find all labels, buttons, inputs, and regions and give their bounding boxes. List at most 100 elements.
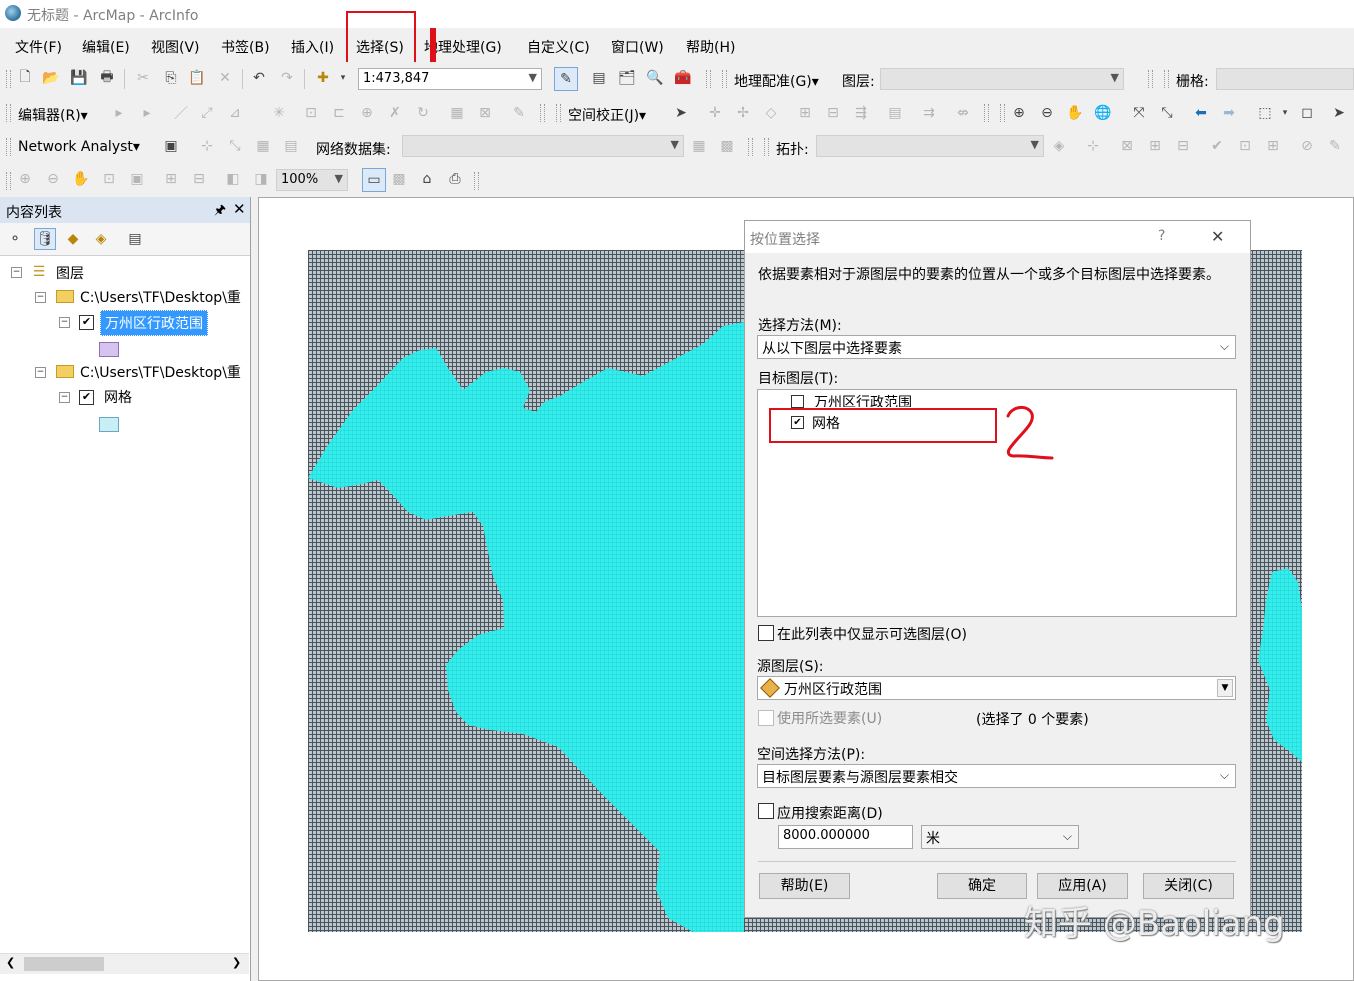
straight-segment-icon[interactable]: ／: [172, 104, 190, 122]
source-layer-dropdown[interactable]: 万州区行政范围 ▼: [757, 676, 1236, 700]
search-window-icon[interactable]: 🔍: [646, 69, 664, 87]
network-dataset-combo[interactable]: ▼: [402, 135, 684, 157]
zoom-in-icon[interactable]: ⊕: [1010, 104, 1028, 122]
fixed-zoom-out-icon[interactable]: ⤡: [1158, 104, 1176, 122]
help-button[interactable]: 帮助(E): [759, 873, 850, 899]
validate-topology-icon[interactable]: ✔: [1208, 137, 1226, 155]
paste-icon[interactable]: 📋: [188, 69, 206, 87]
modify-link-icon[interactable]: ✢: [734, 104, 752, 122]
layer-name-wanzhou[interactable]: 万州区行政范围: [100, 310, 208, 336]
delete-icon[interactable]: ✕: [216, 69, 234, 87]
edge-match-icon[interactable]: ⇎: [954, 104, 972, 122]
zoom-whole-page-icon[interactable]: ⊡: [100, 170, 118, 188]
solve-icon[interactable]: ▦: [254, 137, 272, 155]
print-icon[interactable]: 🖶: [98, 69, 116, 87]
zoom-out-icon[interactable]: ⊖: [1038, 104, 1056, 122]
select-features-icon[interactable]: ⬚: [1256, 104, 1274, 122]
toolbar-grip[interactable]: [1164, 70, 1169, 88]
reshape-icon[interactable]: ⊏: [330, 104, 348, 122]
map-topology-icon[interactable]: ◈: [1050, 137, 1068, 155]
attributes-icon[interactable]: ▦: [448, 104, 466, 122]
collapse-icon[interactable]: −: [35, 367, 46, 378]
toolbar-grip[interactable]: [540, 104, 545, 122]
layers-root-label[interactable]: 图层: [56, 263, 84, 283]
arctoolbox-icon[interactable]: 🧰: [674, 69, 692, 87]
rotate-icon[interactable]: ↻: [414, 104, 432, 122]
select-arrow-icon[interactable]: ➤: [1330, 104, 1348, 122]
georeferencing-menu[interactable]: 地理配准(G)▾: [734, 71, 819, 91]
select-network-location-icon[interactable]: ⤡: [226, 137, 244, 155]
list-by-selection-icon[interactable]: ◈: [92, 230, 110, 248]
new-displacement-link-icon[interactable]: ✛: [706, 104, 724, 122]
topology-combo[interactable]: ▼: [816, 135, 1044, 157]
menu-edit[interactable]: 编辑(E): [82, 37, 130, 57]
toolbar-grip[interactable]: [722, 70, 727, 88]
toolbar-grip[interactable]: [1000, 104, 1005, 122]
toc-window-icon[interactable]: ▤: [590, 69, 608, 87]
clear-links-icon[interactable]: ⇶: [852, 104, 870, 122]
toolbar-grip[interactable]: [474, 172, 479, 190]
list-by-visibility-icon[interactable]: ◆: [64, 230, 82, 248]
fixed-zoom-in-icon[interactable]: ⤧: [1130, 104, 1148, 122]
only-selectable-label[interactable]: 在此列表中仅显示可选图层(O): [777, 624, 967, 644]
target-layer-wanzhou[interactable]: 万州区行政范围: [814, 393, 912, 407]
create-network-location-icon[interactable]: ⊹: [198, 137, 216, 155]
add-data-icon[interactable]: ✚: [314, 69, 332, 87]
toolbar-grip[interactable]: [6, 172, 11, 190]
forward-arrow-icon[interactable]: ➡: [1220, 104, 1238, 122]
view-link-table-icon[interactable]: ▤: [886, 104, 904, 122]
horizontal-scrollbar[interactable]: ❮ ❯: [0, 953, 249, 974]
directions-icon[interactable]: ▤: [282, 137, 300, 155]
edit-tool-icon[interactable]: ▸: [110, 104, 128, 122]
close-icon[interactable]: ✕: [233, 200, 246, 218]
toolbar-grip[interactable]: [6, 104, 11, 122]
chevron-down-icon[interactable]: ▼: [1217, 679, 1233, 697]
dialog-close-icon[interactable]: ✕: [1211, 227, 1224, 246]
source-path-2[interactable]: C:\Users\TF\Desktop\重: [80, 362, 248, 382]
polygon-symbol-swatch[interactable]: [99, 342, 119, 357]
layout-zoom-combo[interactable]: 100% ▼: [276, 169, 348, 191]
toolbar-grip[interactable]: [6, 70, 11, 88]
menu-insert[interactable]: 插入(I): [291, 37, 334, 57]
toolbar-grip[interactable]: [556, 104, 561, 122]
raster-combo[interactable]: [1216, 68, 1354, 90]
add-data-dropdown-icon[interactable]: ▾: [334, 69, 352, 87]
collapse-icon[interactable]: −: [11, 267, 22, 278]
spatial-method-dropdown[interactable]: 目标图层要素与源图层要素相交 ⌵: [757, 764, 1236, 788]
redo-icon[interactable]: ↷: [278, 69, 296, 87]
spatial-adjustment-menu[interactable]: 空间校正(J)▾: [568, 105, 646, 125]
use-selected-checkbox[interactable]: [758, 710, 774, 726]
georef-layer-combo[interactable]: ▼: [880, 68, 1124, 90]
menu-help[interactable]: 帮助(H): [686, 37, 735, 57]
toolbar-grip[interactable]: [984, 104, 989, 122]
polygon-symbol-swatch[interactable]: [99, 417, 119, 432]
toolbar-grip[interactable]: [6, 138, 11, 156]
focus-data-frame-icon[interactable]: ▩: [390, 170, 408, 188]
menu-file[interactable]: 文件(F): [15, 37, 62, 57]
pin-icon[interactable]: 🖈: [214, 201, 226, 223]
attribute-transfer-icon[interactable]: ⇉: [920, 104, 938, 122]
scroll-right-icon[interactable]: ❯: [232, 956, 241, 969]
show-shared-features-icon[interactable]: ⊠: [1118, 137, 1136, 155]
edit-annotation-icon[interactable]: ▸: [138, 104, 156, 122]
toggle-draft-mode-icon[interactable]: ▭: [362, 168, 386, 192]
multi-displacement-icon[interactable]: ◇: [762, 104, 780, 122]
source-path-1[interactable]: C:\Users\TF\Desktop\重: [80, 287, 248, 307]
unit-dropdown[interactable]: 米 ⌵: [921, 825, 1079, 849]
toolbar-grip[interactable]: [706, 70, 711, 88]
menu-customize[interactable]: 自定义(C): [527, 37, 590, 57]
fixed-zoom-out-page-icon[interactable]: ⊟: [190, 170, 208, 188]
options-icon[interactable]: ▤: [126, 230, 144, 248]
search-distance-label[interactable]: 应用搜索距离(D): [777, 803, 883, 823]
sketch-properties-icon[interactable]: ⊠: [476, 104, 494, 122]
change-layout-icon[interactable]: ⌂: [418, 170, 436, 188]
edit-vertices-icon[interactable]: ⊡: [302, 104, 320, 122]
toolbar-grip[interactable]: [1148, 70, 1153, 88]
help-question-icon[interactable]: ?: [1158, 228, 1165, 244]
create-features-icon[interactable]: ✎: [510, 104, 528, 122]
zoom-100-icon[interactable]: ▣: [128, 170, 146, 188]
map-scale-combo[interactable]: 1:473,847 ▼: [358, 68, 542, 90]
trace-icon[interactable]: ⊿: [226, 104, 244, 122]
menu-windows[interactable]: 窗口(W): [611, 37, 664, 57]
network-build-icon[interactable]: ▦: [690, 137, 708, 155]
